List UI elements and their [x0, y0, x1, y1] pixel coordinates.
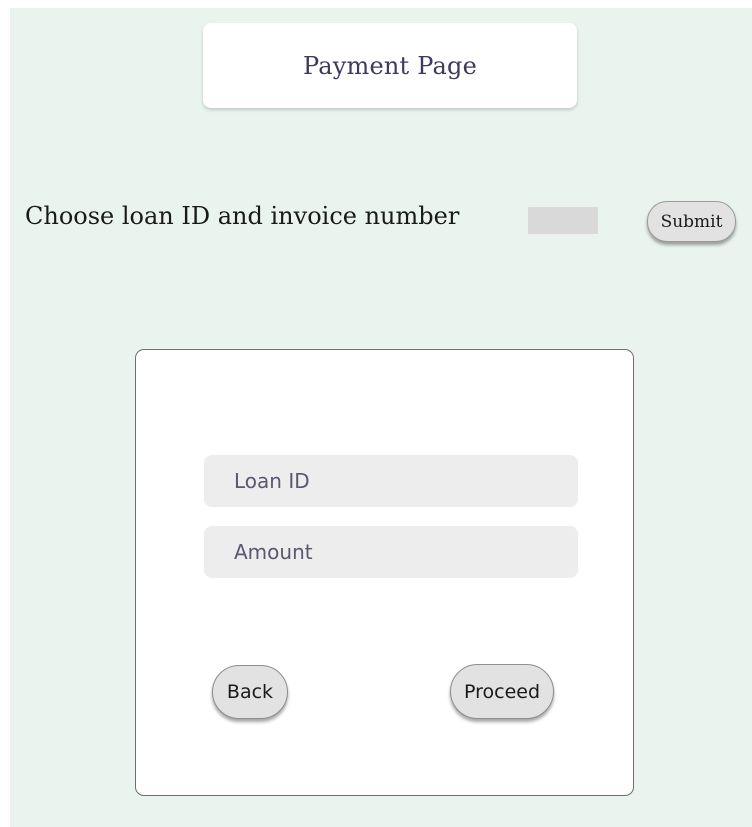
amount-placeholder: Amount: [234, 540, 313, 564]
submit-button[interactable]: Submit: [647, 201, 736, 242]
payment-form-card: Loan ID Amount Back Proceed: [135, 349, 634, 796]
proceed-button[interactable]: Proceed: [450, 664, 554, 719]
page-background: Payment Page Choose loan ID and invoice …: [10, 8, 752, 827]
page-title: Payment Page: [303, 51, 477, 80]
loan-id-field[interactable]: Loan ID: [204, 455, 578, 507]
loan-invoice-select[interactable]: [528, 207, 598, 234]
amount-field[interactable]: Amount: [204, 526, 578, 578]
back-button[interactable]: Back: [212, 665, 288, 719]
loan-invoice-label: Choose loan ID and invoice number: [25, 202, 460, 230]
loan-id-placeholder: Loan ID: [234, 469, 310, 493]
page-title-card: Payment Page: [203, 23, 577, 108]
